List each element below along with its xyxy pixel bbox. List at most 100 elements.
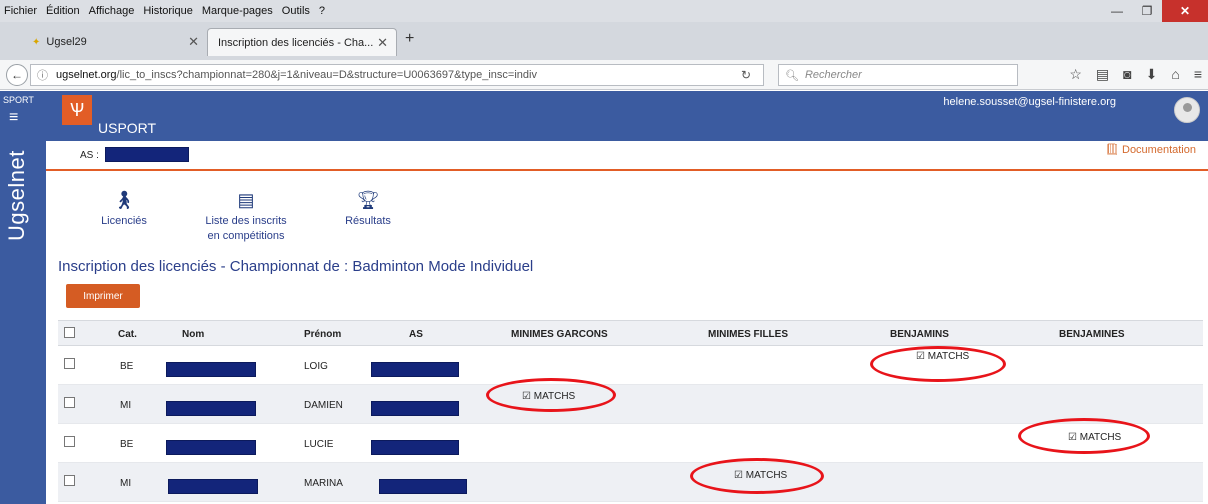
redacted-nom <box>166 362 256 377</box>
nav-resultats-label: Résultats <box>345 215 391 227</box>
header-as: AS <box>409 329 423 340</box>
toolbar-icons: ☆ ▤ ◙ ⬇ ⌂ ≡ <box>1069 66 1202 83</box>
nav-bar: ← ⓘ ugselnet.org /lic_to_inscs?championn… <box>0 60 1208 90</box>
header-cat: Cat. <box>118 329 137 340</box>
sport-label: SPORT <box>3 95 34 105</box>
print-button[interactable]: Imprimer <box>66 284 140 308</box>
redacted-as-name <box>105 147 189 162</box>
cell-prenom: LOIG <box>304 361 328 372</box>
redacted-as <box>379 479 467 494</box>
header-minimes-filles: MINIMES FILLES <box>708 329 788 340</box>
cell-cat: BE <box>120 361 134 372</box>
tab-label: Inscription des licenciés - Cha... <box>218 36 374 49</box>
menu-affichage[interactable]: Affichage <box>89 5 135 17</box>
redacted-nom <box>166 401 256 416</box>
bookmark-star-icon[interactable]: ☆ <box>1069 66 1082 83</box>
reload-icon[interactable]: ↻ <box>741 68 751 82</box>
tab-ugsel29[interactable]: ✦ Ugsel29 ✕ <box>22 28 207 56</box>
redacted-as <box>371 401 459 416</box>
tab-inscription[interactable]: Inscription des licenciés - Cha... ✕ <box>207 28 397 56</box>
redacted-as <box>371 440 459 455</box>
highlight-oval-minimes-garcons <box>486 378 616 412</box>
url-bar[interactable]: ⓘ ugselnet.org /lic_to_inscs?championnat… <box>30 64 764 86</box>
documentation-link[interactable]: 📕︎ Documentation <box>1105 143 1196 156</box>
rail-title: Ugselnet <box>4 150 29 241</box>
header-prenom: Prénom <box>304 329 342 340</box>
highlight-oval-benjamines <box>1018 418 1150 454</box>
person-icon: 🚶︎ <box>112 190 136 210</box>
usport-logo-icon[interactable]: Ѱ <box>62 95 92 125</box>
nav-liste-inscrits[interactable]: ▤ Liste des inscrits en compétitions <box>196 190 296 244</box>
back-icon[interactable]: ← <box>6 64 28 86</box>
table-row: BE LOIG ☑ MATCHS <box>58 346 1203 385</box>
nav-licencies-label: Licenciés <box>101 215 147 227</box>
app-header: Ѱ USPORT helene.sousset@ugsel-finistere.… <box>46 91 1208 141</box>
cell-cat: BE <box>120 439 134 450</box>
menu-help[interactable]: ? <box>319 5 325 17</box>
row-checkbox[interactable] <box>64 475 75 486</box>
row-checkbox[interactable] <box>64 436 75 447</box>
close-tab-icon[interactable]: ✕ <box>377 35 388 51</box>
window-controls: — ❐ ✕ <box>1102 0 1208 22</box>
cell-cat: MI <box>120 478 132 489</box>
menu-bar: Fichier Édition Affichage Historique Mar… <box>0 0 1208 22</box>
menu-icon[interactable]: ≡ <box>1194 66 1202 83</box>
url-path: /lic_to_inscs?championnat=280&j=1&niveau… <box>116 69 537 81</box>
close-tab-icon[interactable]: ✕ <box>188 34 199 50</box>
cell-prenom: MARINA <box>304 478 343 489</box>
header-nom: Nom <box>182 329 205 340</box>
favicon-icon: ✦ <box>32 36 41 48</box>
new-tab-icon[interactable]: + <box>405 30 414 48</box>
pocket-icon[interactable]: ◙ <box>1123 66 1131 83</box>
maximize-icon[interactable]: ❐ <box>1132 0 1162 22</box>
hamburger-icon[interactable]: ≡ <box>9 109 18 127</box>
highlight-oval-benjamins <box>870 346 1006 382</box>
avatar[interactable] <box>1174 97 1200 123</box>
nav-licencies[interactable]: 🚶︎ Licenciés <box>94 190 154 229</box>
search-icon: 🔍︎ <box>785 69 799 82</box>
documentation-label: Documentation <box>1122 144 1196 156</box>
book-icon: 📕︎ <box>1104 144 1119 156</box>
home-icon[interactable]: ⌂ <box>1171 66 1179 83</box>
header-minimes-garcons: MINIMES GARCONS <box>511 329 608 340</box>
header-benjamines: BENJAMINES <box>1059 329 1125 340</box>
info-icon[interactable]: ⓘ <box>37 67 48 83</box>
close-window-icon[interactable]: ✕ <box>1162 0 1208 22</box>
side-rail: SPORT ≡ Ugselnet <box>0 91 46 504</box>
cell-prenom: LUCIE <box>304 439 334 450</box>
row-checkbox[interactable] <box>64 358 75 369</box>
list-icon: ▤ <box>237 190 255 210</box>
as-bar: AS : 📕︎ Documentation <box>46 141 1208 171</box>
menu-marque-pages[interactable]: Marque-pages <box>202 5 273 17</box>
redacted-nom <box>168 479 258 494</box>
highlight-oval-minimes-filles <box>690 458 824 494</box>
reading-list-icon[interactable]: ▤ <box>1096 66 1109 83</box>
cell-prenom: DAMIEN <box>304 400 343 411</box>
redacted-nom <box>166 440 256 455</box>
inscriptions-table: Cat. Nom Prénom AS MINIMES GARCONS MINIM… <box>58 320 1203 502</box>
table-header: Cat. Nom Prénom AS MINIMES GARCONS MINIM… <box>58 320 1203 346</box>
search-input[interactable]: 🔍︎ Rechercher <box>778 64 1018 86</box>
cell-cat: MI <box>120 400 132 411</box>
nav-liste-label-2: en compétitions <box>207 230 285 242</box>
row-checkbox[interactable] <box>64 397 75 408</box>
brand-name: USPORT <box>98 120 157 136</box>
menu-edition[interactable]: Édition <box>46 5 80 17</box>
menu-outils[interactable]: Outils <box>282 5 310 17</box>
nav-resultats[interactable]: 🏆︎ Résultats <box>338 190 398 229</box>
table-row: MI DAMIEN ☑ MATCHS <box>58 385 1203 424</box>
menu-historique[interactable]: Historique <box>143 5 193 17</box>
url-host: ugselnet.org <box>56 69 117 81</box>
nav-liste-label-1: Liste des inscrits <box>205 215 287 227</box>
search-placeholder: Rechercher <box>804 69 862 81</box>
header-benjamins: BENJAMINS <box>890 329 949 340</box>
user-email[interactable]: helene.sousset@ugsel-finistere.org <box>943 96 1116 108</box>
minimize-icon[interactable]: — <box>1102 0 1132 22</box>
trophy-icon: 🏆︎ <box>356 190 380 210</box>
tab-label: Ugsel29 <box>46 36 87 48</box>
redacted-as <box>371 362 459 377</box>
select-all-checkbox[interactable] <box>64 327 75 338</box>
download-icon[interactable]: ⬇ <box>1146 66 1158 83</box>
tab-bar: ✦ Ugsel29 ✕ Inscription des licenciés - … <box>0 22 1208 60</box>
menu-fichier[interactable]: Fichier <box>4 5 37 17</box>
